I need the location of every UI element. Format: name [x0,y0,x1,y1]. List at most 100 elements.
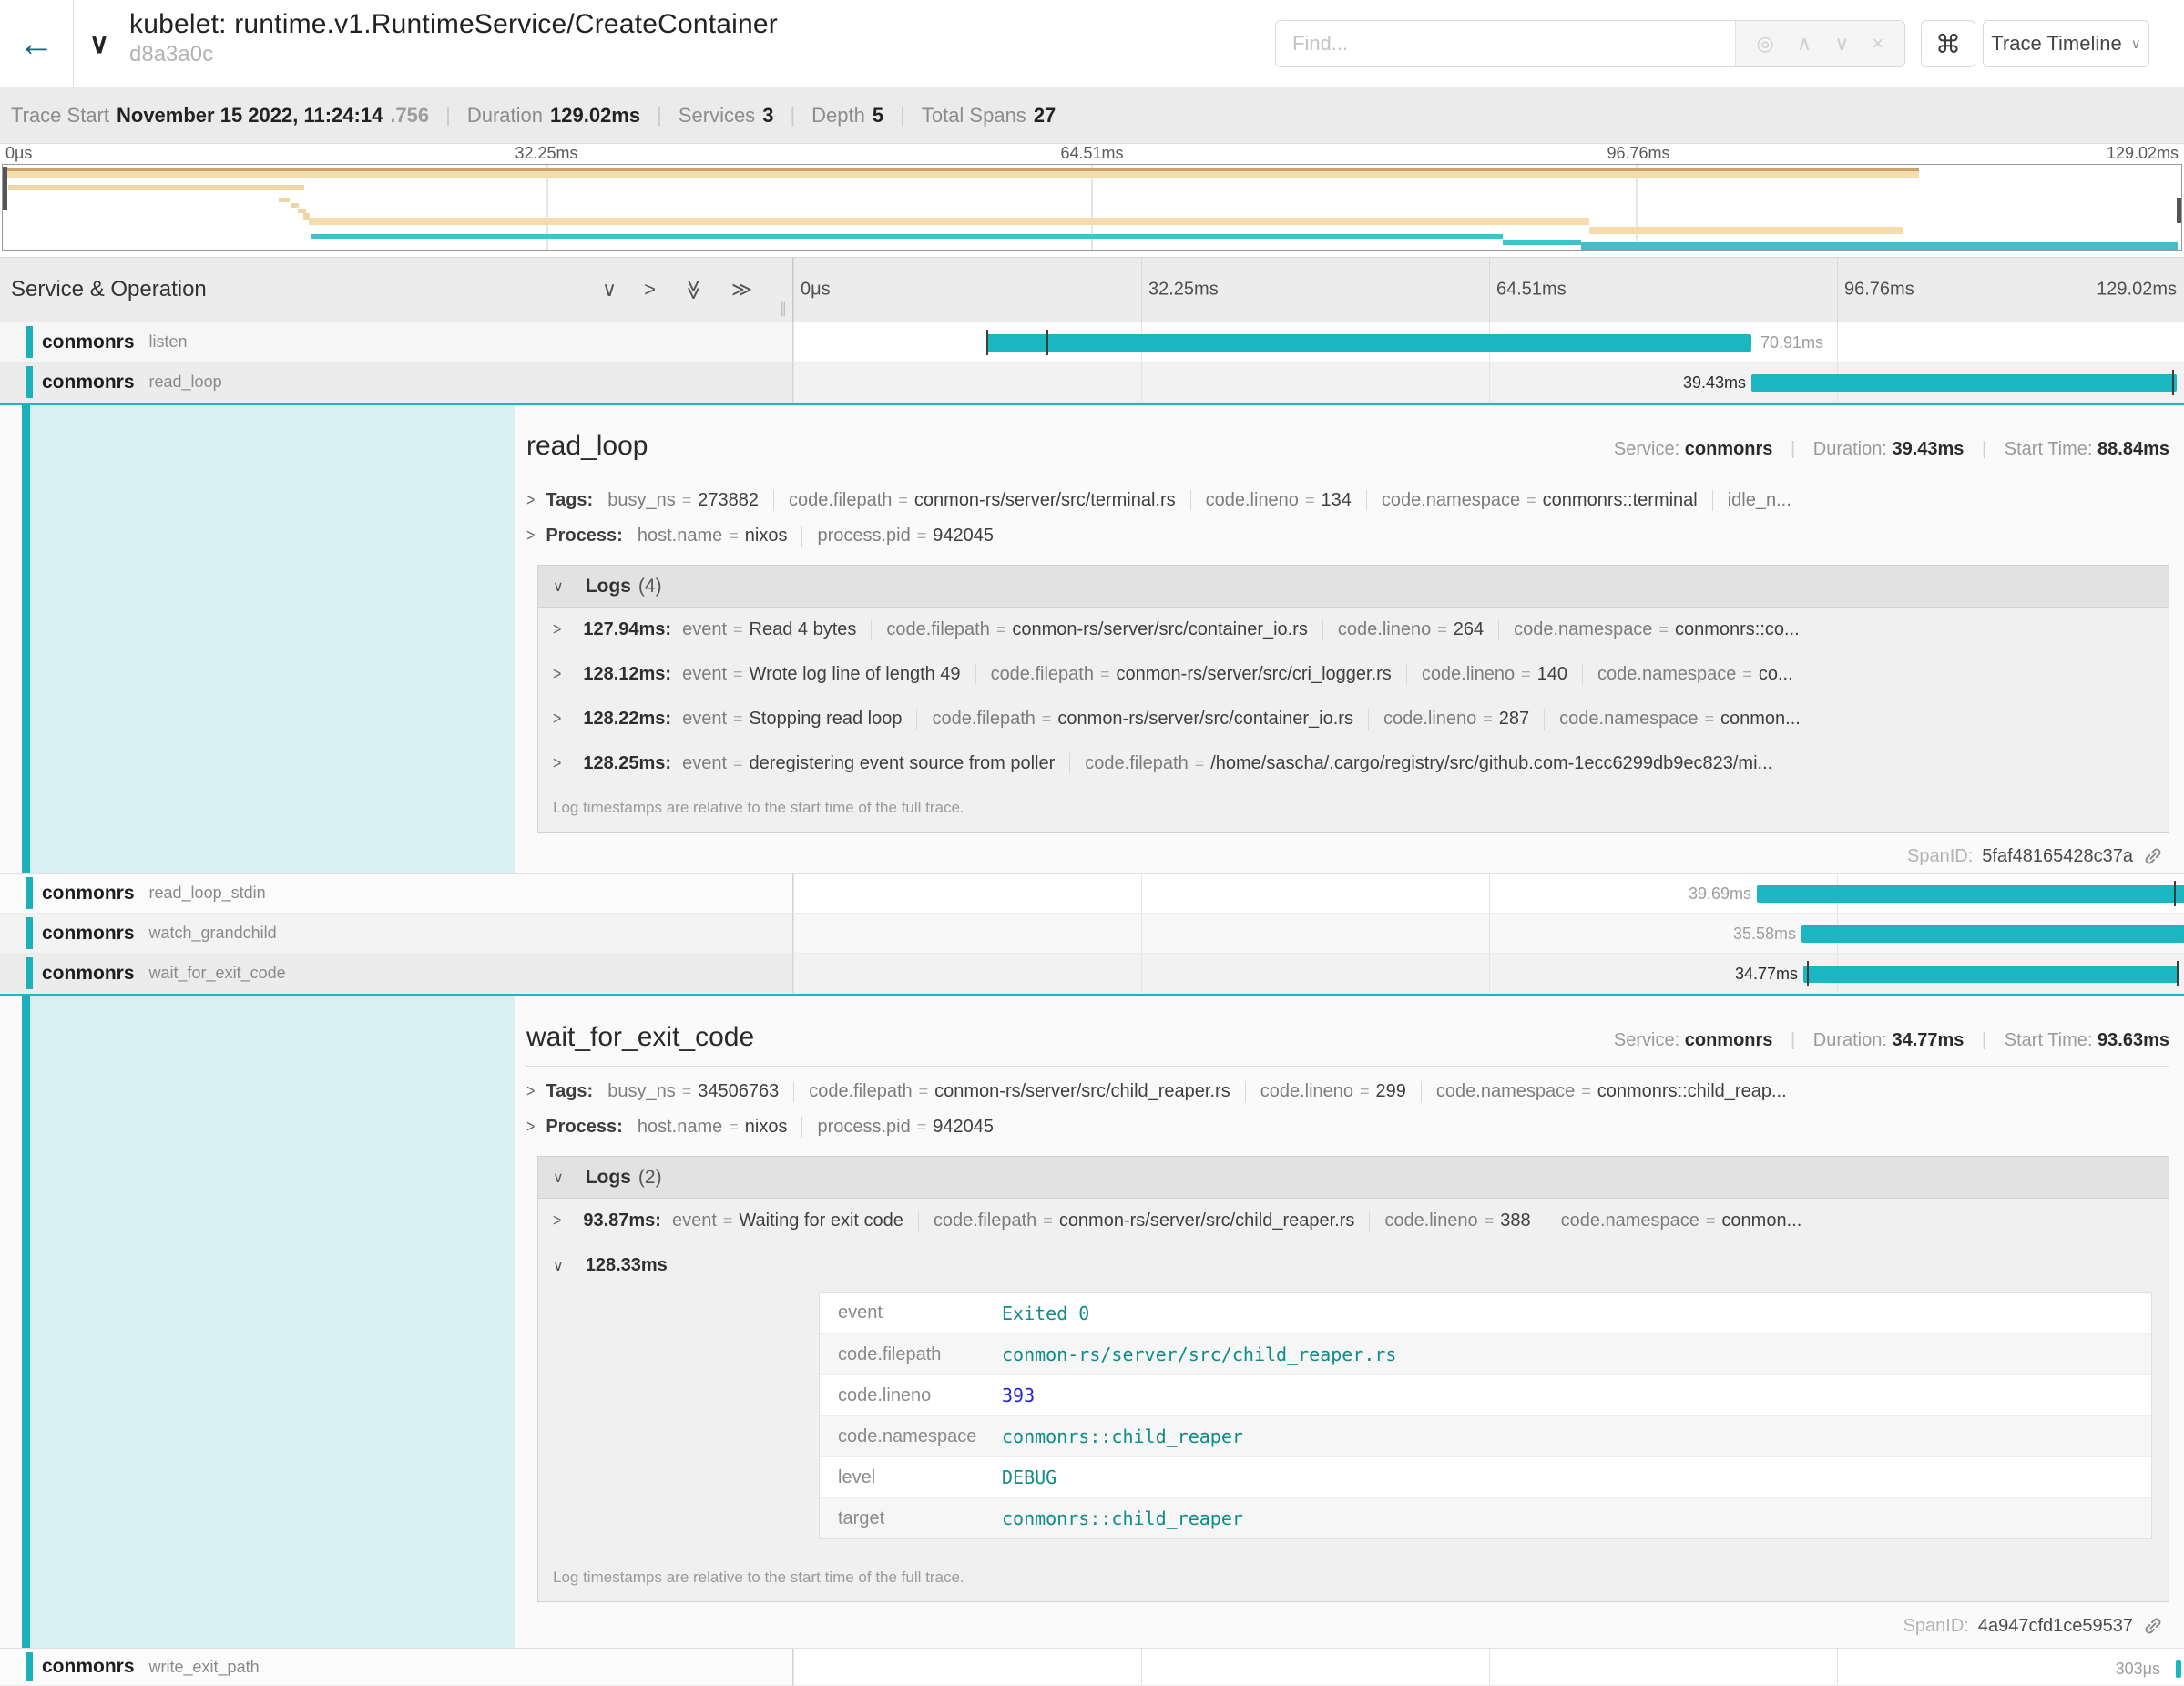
logs-box: ∨ Logs (2) > 93.87ms: event=Waiting for … [537,1156,2169,1602]
chevron-right-icon: > [553,620,561,640]
span-bar[interactable] [1801,925,2184,943]
process-item: host.name=nixos [638,1117,802,1138]
find-match-icon[interactable]: ◎ [1757,32,1774,56]
log-entry[interactable]: > 93.87ms: event=Waiting for exit code c… [538,1199,2169,1243]
back-arrow-icon: ← [18,26,55,62]
collapse-all-icon[interactable]: ≫ [681,279,705,300]
field-key: event [820,1303,1002,1323]
service-operation-title: Service & Operation [11,277,207,302]
find-next-icon[interactable]: ∨ [1834,32,1849,56]
tag-value: conmonrs::terminal [1543,490,1698,510]
find-prev-icon[interactable]: ∧ [1797,32,1811,56]
trace-start-value: November 15 2022, 11:24:14 [117,104,383,128]
span-bar[interactable] [2176,1660,2181,1678]
log-entry[interactable]: > 128.22ms: event=Stopping read loop cod… [538,697,2169,741]
minimap-left-scrubber[interactable] [3,167,7,210]
logs-footer-note: Log timestamps are relative to the start… [538,786,2169,832]
span-bar[interactable] [986,334,1751,352]
find-clear-icon[interactable]: × [1873,32,1884,56]
span-bar[interactable] [1751,374,2177,392]
span-duration-label: 39.43ms [1683,363,1746,403]
log-timestamp: 128.25ms: [583,753,671,774]
expand-one-icon[interactable]: > [644,278,656,301]
log-entry[interactable]: > 128.25ms: event=deregistering event so… [538,741,2169,786]
log-entry-expanded[interactable]: ∨ 128.33ms [538,1243,2169,1288]
span-row-watch-grandchild[interactable]: conmonrs watch_grandchild 35.58ms [0,914,2184,954]
tags-row[interactable]: > Tags: busy_ns=34506763 code.filepath=c… [526,1081,2169,1102]
field-value: conmonrs::child_reaper [1002,1507,1243,1529]
process-row[interactable]: > Process: host.name=nixos process.pid=9… [526,526,2169,547]
tag-key: idle_n... [1728,490,1791,510]
span-duration-label: 39.69ms [1689,874,1751,914]
detail-body: wait_for_exit_code Service: conmonrs | D… [515,996,2184,1648]
log-timestamp: 128.33ms [586,1255,668,1276]
tag-item: code.filepath=conmon-rs/server/src/termi… [773,490,1190,511]
field-value: conmonrs::child_reaper [1002,1425,1243,1447]
logs-header[interactable]: ∨ Logs (2) [538,1157,2169,1199]
duration-label: Duration: [1813,439,1887,459]
service-color-bar [26,877,33,909]
service-name: conmonrs [42,372,135,393]
field-value: DEBUG [1002,1466,1056,1488]
timeline-tick: 64.51ms [1496,280,1567,301]
tags-label: Tags: [546,1081,593,1102]
logs-header[interactable]: ∨ Logs (4) [538,566,2169,608]
log-entry[interactable]: > 128.12ms: event=Wrote log line of leng… [538,652,2169,697]
span-row-listen[interactable]: conmonrs listen 70.91ms [0,322,2184,363]
trace-start-label: Trace Start [11,104,109,128]
column-resizer-handle[interactable]: ∥ [780,300,787,318]
start-time-label: Start Time: [2005,1030,2093,1050]
service-color-bar [26,957,33,989]
operation-name: listen [149,332,188,352]
tag-item: code.namespace=conmonrs::terminal [1366,490,1712,511]
minimap-right-scrubber[interactable] [2177,198,2181,223]
logs-footer-note: Log timestamps are relative to the start… [538,1556,2169,1601]
app-header: ← ∨ kubelet: runtime.v1.RuntimeService/C… [0,0,2184,87]
view-select[interactable]: Trace Timeline ∨ [1983,20,2149,67]
expand-all-icon[interactable]: ≫ [731,278,752,301]
logs-label: Logs [586,1167,631,1189]
log-timestamp: 128.22ms: [583,709,671,730]
field-key: level [820,1467,1002,1488]
duration-label: Duration [467,104,543,128]
start-time-value: 93.63ms [2097,1030,2169,1050]
span-detail-wait-for-exit-code: wait_for_exit_code Service: conmonrs | D… [0,996,2184,1649]
trace-collapse-toggle[interactable]: ∨ [89,0,109,87]
minimap-spans-canvas[interactable] [2,164,2182,251]
service-value: conmonrs [1685,1030,1773,1050]
span-row-read-loop-stdin[interactable]: conmonrs read_loop_stdin 39.69ms [0,874,2184,914]
span-duration-label: 70.91ms [1760,322,1823,363]
back-button[interactable]: ← [0,0,74,87]
span-row-write-exit-path[interactable]: conmonrs write_exit_path 303μs [0,1649,2184,1686]
span-detail-title: read_loop [526,431,648,462]
span-detail-read-loop: read_loop Service: conmonrs | Duration: … [0,405,2184,874]
process-item: process.pid=942045 [801,526,1008,547]
find-input[interactable] [1276,21,1735,66]
timeline-tick: 0μs [801,280,831,301]
keyboard-shortcuts-button[interactable]: ⌘ [1921,20,1975,67]
field-key: code.lineno [820,1385,1002,1406]
span-name-cell: conmonrs watch_grandchild [0,914,792,954]
services-label: Services [679,104,755,128]
logs-label: Logs [586,576,631,598]
copy-link-icon[interactable] [2142,1615,2164,1637]
duration-value: 34.77ms [1892,1030,1964,1050]
tags-row[interactable]: > Tags: busy_ns=273882 code.filepath=con… [526,490,2169,511]
span-row-wait-for-exit-code[interactable]: conmonrs wait_for_exit_code 34.77ms [0,954,2184,994]
log-entry[interactable]: > 127.94ms: event=Read 4 bytes code.file… [538,608,2169,652]
process-row[interactable]: > Process: host.name=nixos process.pid=9… [526,1117,2169,1138]
copy-link-icon[interactable] [2142,845,2164,867]
span-bar[interactable] [1803,966,2179,983]
service-name: conmonrs [42,883,135,904]
spanid-value: 4a947cfd1ce59537 [1978,1616,2133,1637]
span-name-cell: conmonrs wait_for_exit_code [0,954,792,994]
tag-value: conmon-rs/server/src/terminal.rs [914,490,1176,510]
chevron-right-icon: > [553,754,561,774]
collapse-one-icon[interactable]: ∨ [602,278,617,301]
span-bar[interactable] [1757,885,2184,903]
service-color-bar [26,1652,33,1681]
service-label: Service: [1614,439,1679,459]
spanid-value: 5faf48165428c37a [1982,846,2133,867]
duration-value: 129.02ms [550,104,640,128]
span-row-read-loop[interactable]: conmonrs read_loop 39.43ms [0,363,2184,403]
